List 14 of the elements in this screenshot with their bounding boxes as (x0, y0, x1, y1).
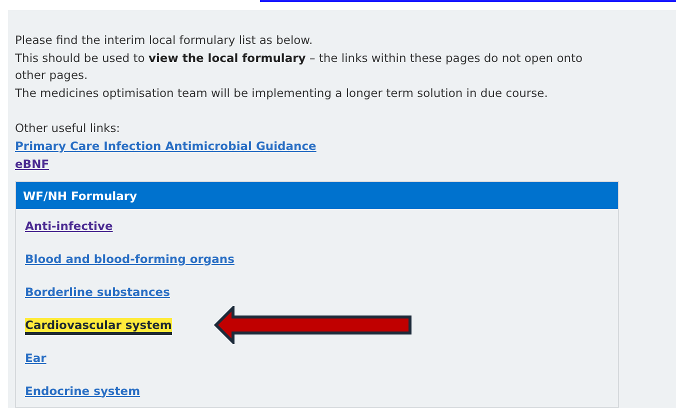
link[interactable]: Primary Care Infection Antimicrobial Guidance (15, 137, 316, 155)
intro-text: This should be used to view the local formulary – the links within these pages do not open onto other pages. (15, 50, 584, 84)
link[interactable]: eBNF (15, 155, 50, 173)
arrow-icon (214, 306, 414, 344)
formulary-link[interactable]: Anti-infective (25, 218, 113, 232)
formulary-link[interactable]: Ear (25, 350, 46, 364)
formulary-link[interactable]: Cardiovascular system (25, 318, 172, 332)
links-label: Other useful links: (15, 120, 122, 137)
panel-header: WF/NH Formulary (16, 182, 618, 209)
formulary-link[interactable]: Blood and blood-forming organs (25, 252, 234, 266)
formulary-link[interactable]: Borderline substances (25, 284, 170, 298)
intro-text: Please find the interim local formulary list as below. (15, 32, 314, 49)
formulary-link[interactable]: Endocrine system (25, 384, 140, 398)
intro-text: The medicines optimisation team will be implementing a longer term solution in due course. (15, 84, 549, 102)
